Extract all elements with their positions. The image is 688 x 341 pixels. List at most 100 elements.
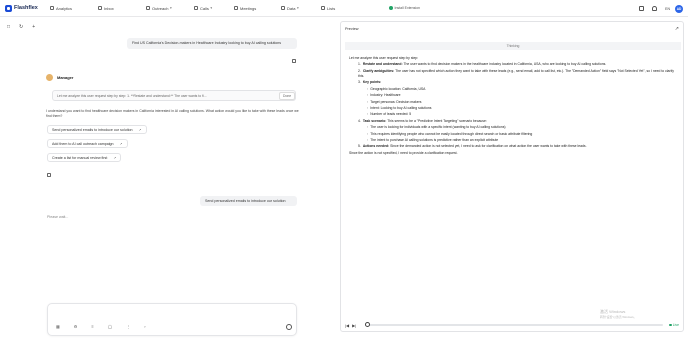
app-logo[interactable]: Flashflex [5,4,50,12]
nav-item-label: Outreach [152,5,169,11]
agent-name: Manager [57,75,74,80]
preview-line-text: Industry: Healthcare [370,93,401,98]
option-ai-call-campaign[interactable]: Add them to AI call outreach campaign ↗ [47,139,128,148]
new-chat-icon[interactable]: + [32,24,35,30]
nav-item-label: Meetings [240,5,257,11]
status-text: Please wait... [47,215,69,219]
timeline-knob[interactable] [365,322,371,328]
nav-item-meetings[interactable]: Meetings [234,0,281,17]
settings-icon[interactable]: ⚙ [74,324,78,329]
preview-line-number: 3. [358,80,361,85]
install-extension-link[interactable]: Install Extension [389,6,420,10]
expand-icon[interactable]: › [144,324,145,329]
chevron-down-icon: ▾ [169,6,172,10]
logo-icon [5,4,12,12]
option-label: Send personalized emails to introduce ou… [52,127,133,132]
preview-line: 4. Task scenario: This seems to be a "Pre… [358,119,679,124]
preview-line-number: 1. [358,62,361,67]
preview-panel: Preview ↗ Thinking Let me analyze this u… [340,21,684,332]
chevron-down-icon: ▾ [296,6,299,10]
mail-icon[interactable] [639,6,645,11]
chrome-icon [389,6,393,10]
arrow-icon: ↗ [138,127,142,132]
preview-outro: Since the action is not specified, I nee… [349,150,458,155]
preview-line-text: The user is looking for individuals with… [370,125,506,130]
preview-line: This requires identifying people who can… [367,132,679,137]
preview-line: 3. Key points: [358,80,679,85]
agent-question: I understand you want to find healthcare… [46,109,299,118]
chat-input[interactable]: ▦ ⚙ ≡ ◯ ⋮ › [47,303,297,336]
preview-title: Preview [345,27,359,31]
history-icon[interactable]: ↻ [19,24,23,30]
preview-line-text: The user wants to find decision makers i… [402,62,607,67]
preview-line: Intent: Looking to buy AI calling soluti… [367,106,679,111]
attach-icon[interactable]: ▦ [56,324,60,329]
preview-line-number: 4. [358,118,361,123]
preview-intro: Let me analyze this user request step by… [349,56,419,60]
thought-summary[interactable]: Let me analyze this user request step by… [52,90,296,101]
thinking-status: Thinking [345,42,681,50]
nav-item-calls[interactable]: Calls ▾ [194,0,234,17]
preview-line: Geographic location: California, USA [367,87,679,92]
preview-line-number: 5. [358,144,361,149]
user-message: Find US California's Decision-makers in … [127,38,297,49]
collapse-icon[interactable]: ↗ [675,26,679,32]
preview-line: Industry: Healthcare [367,93,679,98]
option-label: Add them to AI call outreach campaign [52,141,114,146]
main-nav: Analytics Inbox Outreach ▾ Calls ▾ Meetings Dat… [50,0,361,17]
agent-avatar [46,74,53,81]
preview-line-text: Since the demanded action is not selecte… [389,144,587,149]
preview-line-text: The user has not specified which action … [358,68,674,78]
preview-line-heading: Restate and understand: [362,62,403,67]
app-name: Flashflex [14,5,38,11]
top-bar: Flashflex Analytics Inbox Outreach ▾ Calls ▾ M… [0,0,688,17]
chart-icon [50,6,54,10]
copy-icon[interactable] [292,59,296,63]
preview-line-heading: Actions needed: [362,144,390,149]
preview-line: The intent to purchase AI calling soluti… [367,138,679,143]
agent-header: Manager [46,74,73,81]
live-indicator: Live [669,323,679,327]
copy-icon[interactable] [47,173,51,177]
nav-item-analytics[interactable]: Analytics [50,0,98,17]
nav-item-label: Calls [200,5,209,11]
nav-item-outreach[interactable]: Outreach ▾ [146,0,194,17]
preview-line: Target personas: Decision makers [367,100,679,105]
language-selector[interactable]: EN [665,7,670,11]
send-icon[interactable] [286,324,292,330]
nav-item-lists[interactable]: Lists [321,0,361,17]
preview-line-text: This requires identifying people who can… [370,131,533,136]
arrow-icon: ↗ [119,141,123,146]
install-extension-label: Install Extension [394,6,421,10]
inbox-icon [98,6,102,10]
play-icon[interactable]: ▶| [352,323,356,328]
preview-line: The user is looking for individuals with… [367,125,679,130]
thought-status-button[interactable]: Done [279,92,296,100]
database-icon[interactable]: ◯ [108,324,112,329]
filter-icon[interactable]: ≡ [91,324,93,329]
nav-item-inbox[interactable]: Inbox [98,0,146,17]
preview-line-text: This seems to be a "Predictive Intent Ta… [386,118,487,123]
preview-line: Number of leads needed: 5 [367,112,679,117]
preview-content: Let me analyze this user request step by… [349,56,679,157]
chat-toolbar: □ ↻ + [7,24,44,30]
list-icon [321,6,325,10]
nav-item-data[interactable]: Data ▾ [281,0,321,17]
option-manual-review[interactable]: Create a list for manual review first ↗ [47,153,122,162]
option-label: Create a list for manual review first [52,155,108,160]
preview-line-text: Intent: Looking to buy AI calling soluti… [370,105,432,110]
skip-back-icon[interactable]: |◀ [345,323,349,328]
preview-line-text: The intent to purchase AI calling soluti… [370,137,499,142]
sidebar-toggle-icon[interactable]: □ [7,24,10,30]
preview-line-heading: Task scenario: [362,118,387,123]
option-send-emails[interactable]: Send personalized emails to introduce ou… [47,125,147,134]
list-icon[interactable]: ⋮ [126,324,130,329]
input-toolbar: ▦ ⚙ ≡ ◯ ⋮ › [56,324,160,329]
preview-line-heading: Clarify ambiguities: [362,68,395,73]
bell-icon[interactable] [652,6,658,11]
timeline-slider[interactable] [365,322,664,328]
database-icon [281,6,285,10]
user-message: Send personalized emails to introduce ou… [200,196,297,206]
phone-icon [194,6,198,10]
avatar[interactable]: AD [675,4,683,13]
